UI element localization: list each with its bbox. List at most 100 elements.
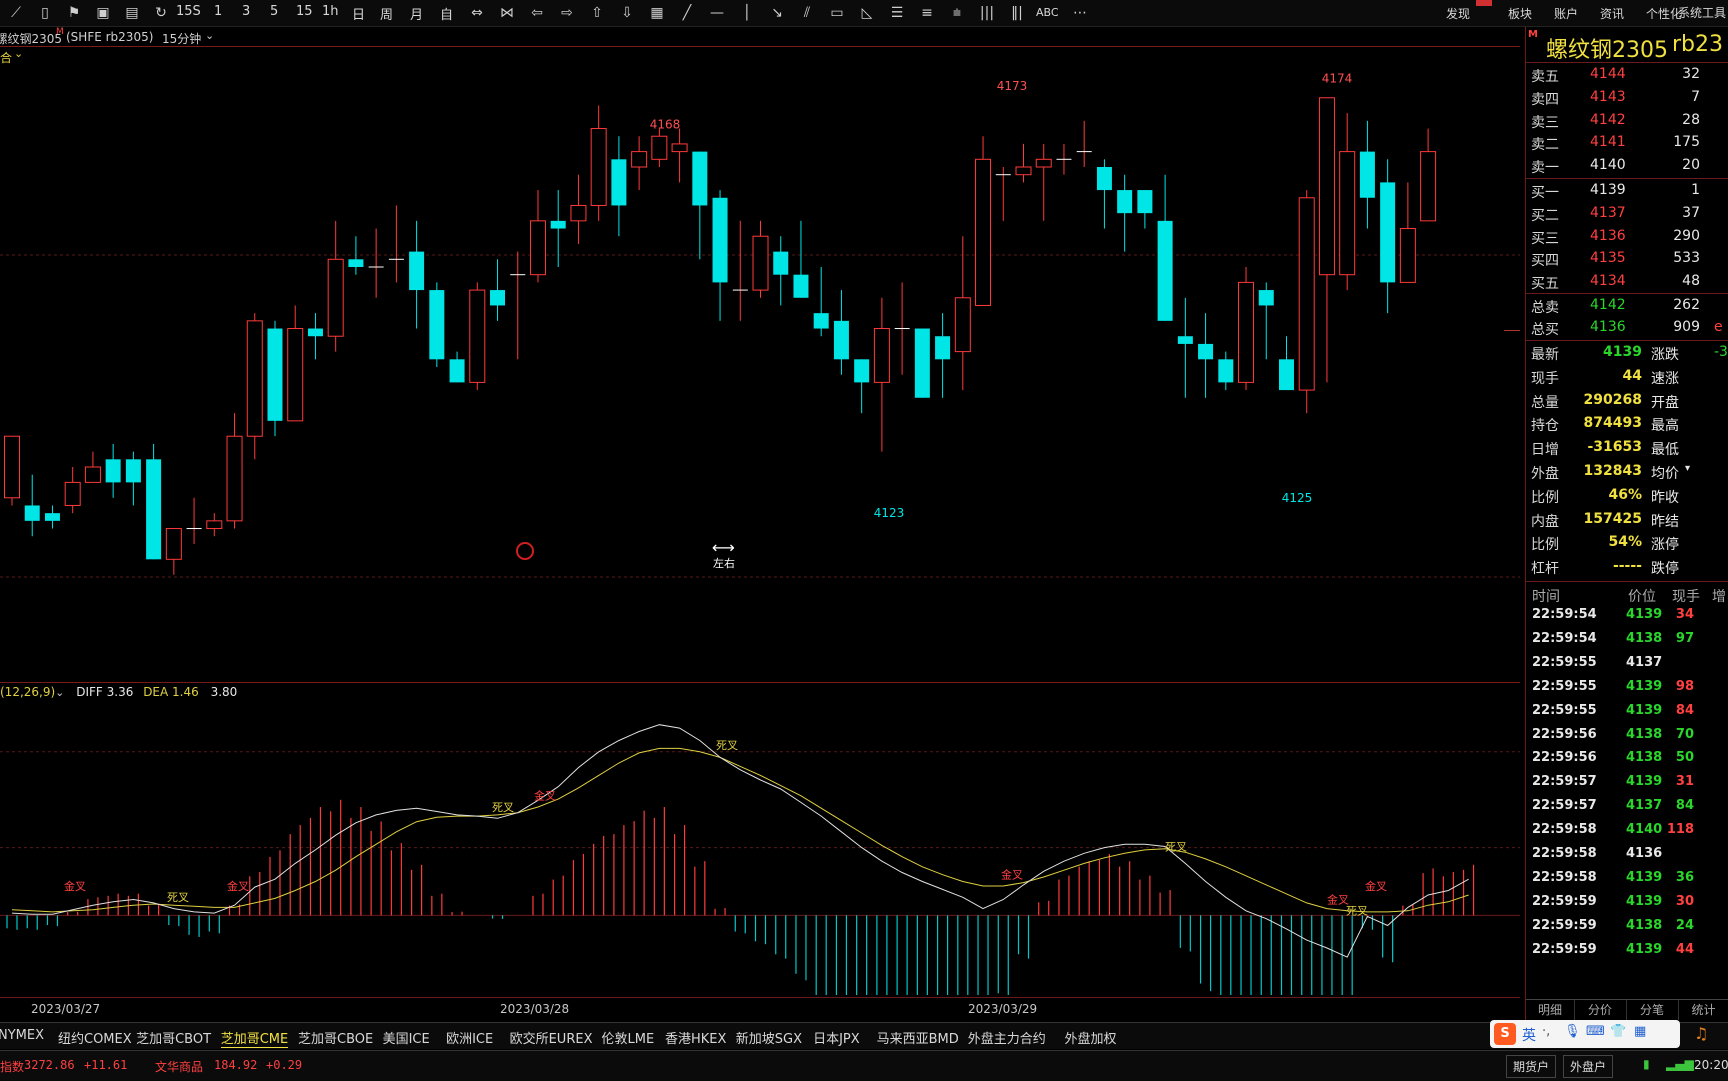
bars-icon[interactable]: |||: [975, 3, 999, 23]
exchange-tab[interactable]: 欧交所EUREX: [510, 1028, 593, 1047]
mic-icon[interactable]: 🎙: [1564, 1024, 1581, 1039]
asks-row[interactable]: 卖四 4143 7: [1526, 88, 1728, 110]
stat-label2: 均价: [1651, 466, 1679, 482]
exchange-tab[interactable]: 美国ICE: [383, 1028, 430, 1047]
candle: [1298, 190, 1315, 414]
tick-list[interactable]: 22:59:54 4139 34 22:59:54 4138 97 22:59:55 4137…: [1526, 605, 1728, 995]
rect-icon[interactable]: ▭: [825, 3, 849, 23]
book-totals: 总卖 4142 262 总买 4136 909 e: [1526, 294, 1728, 341]
menu-account[interactable]: 账户: [1554, 5, 1578, 22]
tab-stats[interactable]: 统计: [1678, 1000, 1728, 1020]
bids-row[interactable]: 买一 4139 1: [1526, 181, 1728, 203]
angle-icon[interactable]: ◺: [855, 3, 879, 23]
dropdown-icon[interactable]: ▾: [1685, 463, 1690, 474]
vline-icon[interactable]: │: [735, 3, 759, 23]
hline-icon[interactable]: —: [705, 3, 729, 23]
stat-label2: 昨结: [1651, 513, 1679, 530]
draw-line-icon[interactable]: ╱: [675, 3, 699, 23]
levels-icon[interactable]: ≡: [915, 3, 939, 23]
channel-icon[interactable]: ⫽: [795, 3, 819, 23]
candle: [712, 190, 728, 321]
bids-row[interactable]: 买三 4136 290: [1526, 227, 1728, 249]
period-week[interactable]: 周: [380, 4, 393, 23]
asks-row[interactable]: 卖五 4144 32: [1526, 65, 1728, 87]
exchange-tab[interactable]: 外盘加权: [1065, 1028, 1117, 1047]
shirt-icon[interactable]: 👕: [1610, 1024, 1626, 1039]
exchange-tab[interactable]: 芝加哥CME: [220, 1028, 289, 1048]
headset-icon[interactable]: ♫: [1694, 1024, 1708, 1043]
refresh-icon[interactable]: ↻: [149, 3, 173, 23]
candle-icon[interactable]: ▯: [33, 3, 57, 23]
exchange-tab[interactable]: 伦敦LME: [602, 1028, 655, 1047]
chevron-down-icon[interactable]: ⌄: [205, 29, 214, 42]
exchange-tab[interactable]: 外盘主力合约: [968, 1028, 1046, 1047]
abc-tool[interactable]: ABC: [1036, 6, 1059, 19]
tab-detail[interactable]: 明细: [1526, 1000, 1575, 1020]
keyboard-icon[interactable]: ⌨: [1586, 1024, 1605, 1039]
candle: [1399, 182, 1416, 283]
bids-price: 4137: [1590, 204, 1626, 221]
foreign-account-button[interactable]: 外盘户: [1563, 1055, 1614, 1078]
sogou-icon[interactable]: S: [1494, 1023, 1516, 1045]
period-1h[interactable]: 1h: [322, 4, 339, 19]
arrow-down-icon[interactable]: ⇩: [615, 3, 639, 23]
menu-sector[interactable]: 板块: [1508, 5, 1532, 22]
exchange-tab[interactable]: 日本JPX: [813, 1028, 860, 1047]
tab-price[interactable]: 分价: [1574, 1000, 1627, 1020]
grid-icon[interactable]: ▦: [645, 3, 669, 23]
ray-icon[interactable]: ↘: [765, 3, 789, 23]
arrow-left-icon[interactable]: ⇦: [525, 3, 549, 23]
menu-discover[interactable]: 发现: [1446, 5, 1470, 22]
asks-row[interactable]: 卖一 4140 20: [1526, 156, 1728, 178]
asks-row[interactable]: 卖三 4142 28: [1526, 111, 1728, 133]
window-icon[interactable]: ▣: [91, 3, 115, 23]
period-1[interactable]: 1: [214, 4, 222, 19]
dead-cross-label: 死叉: [492, 801, 514, 814]
period-15[interactable]: 15: [296, 4, 313, 19]
candlestick-chart[interactable]: 4168 4173 4174 4123 4125: [0, 47, 1520, 682]
tab-trades[interactable]: 分笔: [1626, 1000, 1679, 1020]
futures-account-button[interactable]: 期货户: [1506, 1055, 1557, 1078]
fan-icon[interactable]: ⩧: [945, 3, 969, 23]
arrow-right-icon[interactable]: ⇨: [555, 3, 579, 23]
exchange-tab[interactable]: 芝加哥CBOE: [298, 1028, 373, 1047]
ime-lang[interactable]: 英: [1522, 1025, 1536, 1045]
ime-punct-icon[interactable]: ·,: [1542, 1024, 1550, 1039]
period-3[interactable]: 3: [242, 4, 250, 19]
period-15s[interactable]: 15S: [176, 4, 201, 19]
period-day[interactable]: 日: [352, 4, 365, 23]
exchange-tab[interactable]: 芝加哥CBOT: [136, 1028, 211, 1047]
save-icon[interactable]: ▤: [120, 3, 144, 23]
exchange-tab[interactable]: 马来西亚BMD: [877, 1028, 959, 1047]
bars2-icon[interactable]: ‖|: [1005, 3, 1029, 23]
exchange-tab[interactable]: 新加坡SGX: [736, 1028, 802, 1047]
candle: [1218, 351, 1234, 391]
flag-icon[interactable]: ⚑: [62, 3, 86, 23]
period-month[interactable]: 月: [410, 4, 423, 23]
exchange-tab[interactable]: 香港HKEX: [665, 1028, 726, 1047]
more-icon[interactable]: ⋯: [1068, 3, 1092, 23]
expand-h-icon[interactable]: ⇔: [465, 3, 489, 23]
bids-row[interactable]: 买四 4135 533: [1526, 249, 1728, 271]
asks-row[interactable]: 卖二 4141 175: [1526, 133, 1728, 155]
menu-news[interactable]: 资讯: [1600, 5, 1624, 22]
golden-cross-label: 金叉: [534, 789, 556, 803]
bids-price: 4139: [1590, 182, 1626, 198]
bids-row[interactable]: 买五 4134 48: [1526, 272, 1728, 294]
fib-icon[interactable]: ☰: [885, 3, 909, 23]
bids-row[interactable]: 买二 4137 37: [1526, 204, 1728, 226]
macd-chart[interactable]: 金叉死叉金叉死叉金叉死叉金叉死叉金叉死叉金叉: [0, 683, 1520, 995]
apps-icon[interactable]: ▦: [1634, 1024, 1646, 1039]
period-select[interactable]: 15分钟: [162, 30, 201, 47]
exchange-tab[interactable]: 欧洲ICE: [446, 1028, 493, 1047]
exchange-tab[interactable]: 纽约COMEX: [58, 1028, 132, 1047]
period-5[interactable]: 5: [270, 4, 278, 19]
line-chart-icon[interactable]: ⟋: [4, 3, 28, 23]
arrow-up-icon[interactable]: ⇧: [585, 3, 609, 23]
menu-system-tools[interactable]: 系统工具: [1678, 4, 1728, 21]
exchange-tab[interactable]: NYMEX: [0, 1028, 44, 1043]
stat-value: 132843: [1583, 463, 1642, 479]
ime-toolbar[interactable]: S 英 ·, 🎙 ⌨ 👕 ▦: [1490, 1020, 1680, 1048]
period-custom[interactable]: 自: [440, 4, 453, 23]
compress-h-icon[interactable]: ⋈: [495, 3, 519, 23]
